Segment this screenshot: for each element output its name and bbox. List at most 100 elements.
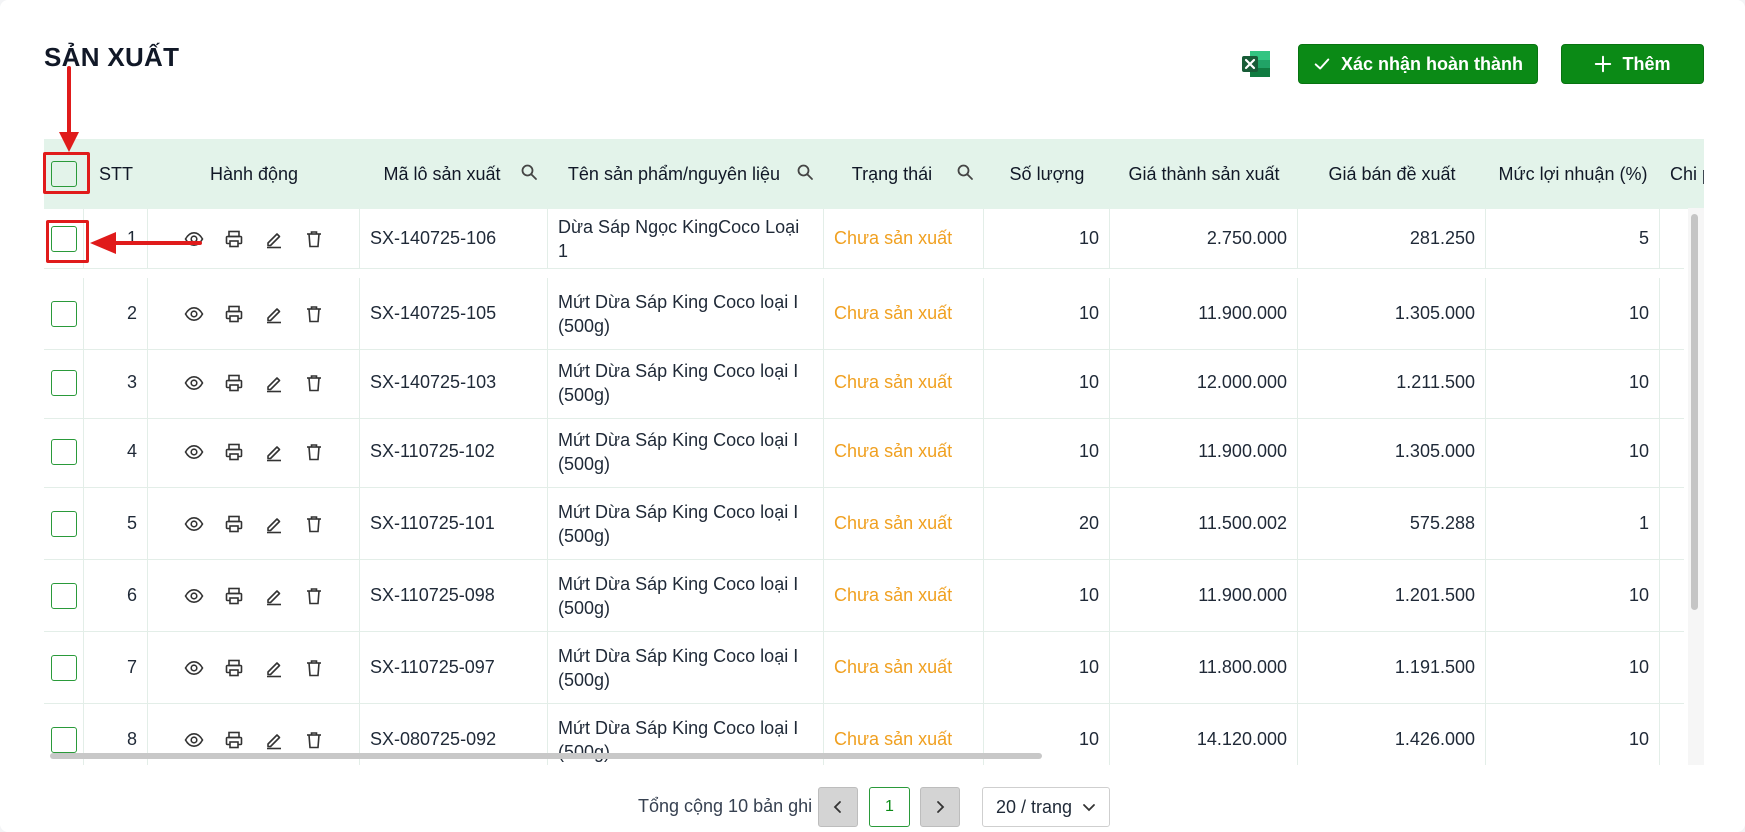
edit-icon[interactable]: [264, 373, 284, 393]
row-actions-cell: [148, 632, 360, 703]
stt-value: 5: [126, 513, 137, 533]
page-1-button[interactable]: 1: [869, 787, 910, 827]
code-value: SX-110725-098: [370, 585, 495, 605]
row-checkbox[interactable]: [50, 582, 77, 609]
edit-icon[interactable]: [264, 658, 284, 678]
row-checkbox[interactable]: [50, 300, 77, 327]
table-row: 5 SX-110725-101 Mứt Dừa Sáp King Coco loại…: [44, 488, 1684, 560]
header-status-label: Trạng thái: [851, 163, 933, 184]
code-value: SX-140725-105: [370, 303, 497, 323]
print-icon[interactable]: [224, 304, 244, 324]
horizontal-scrollbar-thumb[interactable]: [50, 753, 1042, 759]
search-icon[interactable]: [956, 163, 974, 181]
cost-value: 14.120.000: [1196, 729, 1287, 749]
delete-icon[interactable]: [304, 304, 324, 324]
view-icon[interactable]: [184, 514, 204, 534]
quantity-value: 10: [1078, 228, 1099, 248]
print-icon[interactable]: [224, 586, 244, 606]
print-icon[interactable]: [224, 373, 244, 393]
margin-value: 10: [1628, 303, 1649, 323]
view-icon[interactable]: [184, 586, 204, 606]
cell-status: Chưa sản xuất: [824, 209, 984, 268]
stt-value: 7: [126, 657, 137, 677]
confirm-complete-button[interactable]: Xác nhận hoàn thành: [1298, 44, 1538, 84]
row-checkbox[interactable]: [50, 726, 77, 753]
status-value: Chưa sản xuất: [834, 585, 953, 605]
search-icon[interactable]: [520, 163, 538, 181]
edit-icon[interactable]: [264, 304, 284, 324]
search-icon[interactable]: [796, 163, 814, 181]
cell-cost: 11.800.000: [1110, 632, 1298, 703]
page-size-select[interactable]: 20 / trang: [982, 787, 1110, 827]
print-icon[interactable]: [224, 730, 244, 750]
row-actions-cell: [148, 560, 360, 631]
stt-value: 4: [126, 441, 137, 461]
table-row: 3 SX-140725-103 Mứt Dừa Sáp King Coco loại…: [44, 347, 1684, 419]
row-checkbox[interactable]: [50, 510, 77, 537]
product-value: Mứt Dừa Sáp King Coco loại I (500g): [558, 429, 799, 474]
cell-code: SX-110725-098: [360, 560, 548, 631]
delete-icon[interactable]: [304, 658, 324, 678]
print-icon[interactable]: [224, 658, 244, 678]
cost-value: 11.500.002: [1198, 513, 1287, 533]
excel-export-icon[interactable]: [1240, 48, 1272, 80]
delete-icon[interactable]: [304, 229, 324, 249]
delete-icon[interactable]: [304, 730, 324, 750]
cell-quantity: 10: [984, 632, 1110, 703]
prev-page-button[interactable]: [818, 787, 858, 827]
cell-quantity: 20: [984, 488, 1110, 559]
header-cost: Giá thành sản xuất: [1128, 163, 1280, 184]
add-button[interactable]: Thêm: [1561, 44, 1704, 84]
price-value: 1.305.000: [1394, 303, 1475, 323]
delete-icon[interactable]: [304, 586, 324, 606]
table-header: STT Hành động Mã lô sản xuất Tên sản phẩ…: [44, 139, 1704, 209]
product-value: Dừa Sáp Ngọc KingCoco Loại 1: [558, 216, 800, 261]
edit-icon[interactable]: [264, 229, 284, 249]
chevron-right-icon: [937, 801, 945, 813]
row-checkbox[interactable]: [50, 438, 77, 465]
row-checkbox[interactable]: [50, 654, 77, 681]
cell-stt: 6: [84, 560, 148, 631]
cell-price: 1.201.500: [1298, 560, 1486, 631]
edit-icon[interactable]: [264, 442, 284, 462]
cell-product: Mứt Dừa Sáp King Coco loại I (500g): [548, 278, 824, 349]
delete-icon[interactable]: [304, 373, 324, 393]
margin-value: 1: [1638, 513, 1649, 533]
edit-icon[interactable]: [264, 730, 284, 750]
row-checkbox[interactable]: [50, 369, 77, 396]
cell-margin: 10: [1486, 416, 1660, 487]
vertical-scrollbar-thumb[interactable]: [1691, 214, 1698, 610]
annotation-arrow-down-icon: [59, 66, 79, 152]
view-icon[interactable]: [184, 373, 204, 393]
view-icon[interactable]: [184, 442, 204, 462]
print-icon[interactable]: [224, 229, 244, 249]
cell-price: 1.191.500: [1298, 632, 1486, 703]
print-icon[interactable]: [224, 514, 244, 534]
view-icon[interactable]: [184, 304, 204, 324]
row-actions-cell: [148, 488, 360, 559]
header-margin: Mức lợi nhuận (%): [1498, 163, 1648, 184]
row-actions: [148, 586, 359, 606]
next-page-button[interactable]: [920, 787, 960, 827]
cell-price: 575.288: [1298, 488, 1486, 559]
quantity-value: 10: [1078, 585, 1099, 605]
edit-icon[interactable]: [264, 514, 284, 534]
view-icon[interactable]: [184, 658, 204, 678]
delete-icon[interactable]: [304, 442, 324, 462]
cell-product: Mứt Dừa Sáp King Coco loại I (500g): [548, 560, 824, 631]
edit-icon[interactable]: [264, 586, 284, 606]
stt-value: 3: [126, 372, 137, 392]
view-icon[interactable]: [184, 730, 204, 750]
cost-value: 12.000.000: [1196, 372, 1287, 392]
cell-code: SX-140725-105: [360, 278, 548, 349]
row-select-cell: [44, 416, 84, 487]
delete-icon[interactable]: [304, 514, 324, 534]
cell-margin: 1: [1486, 488, 1660, 559]
status-value: Chưa sản xuất: [834, 228, 953, 248]
cost-value: 11.900.000: [1198, 303, 1287, 323]
cell-cost: 14.120.000: [1110, 704, 1298, 765]
margin-value: 10: [1628, 585, 1649, 605]
product-value: Mứt Dừa Sáp King Coco loại I (500g): [558, 360, 799, 405]
chevron-down-icon: [1083, 804, 1095, 812]
print-icon[interactable]: [224, 442, 244, 462]
